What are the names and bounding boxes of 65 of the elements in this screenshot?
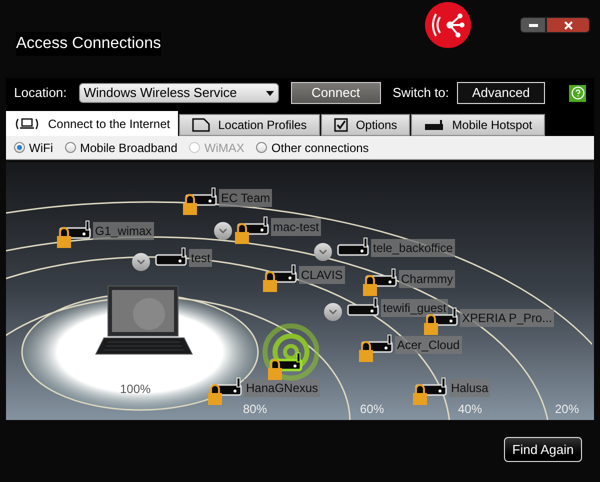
locked-router-icon[interactable] <box>262 264 298 294</box>
dropdown-caret-icon <box>266 90 274 96</box>
window-title: Access Connections <box>16 32 161 56</box>
tab-label: Location Profiles <box>218 117 307 134</box>
radio-option[interactable]: Mobile Broadband <box>65 138 178 156</box>
network-name[interactable]: tele_backoffice <box>371 239 455 257</box>
locked-router-icon[interactable] <box>234 216 270 246</box>
tab[interactable]: Location Profiles <box>179 114 320 136</box>
checkbox-icon <box>334 118 348 132</box>
signal-strength-label: 80% <box>243 401 268 418</box>
location-value: Windows Wireless Service <box>84 84 237 102</box>
network-name[interactable]: tewifi_guest <box>381 299 448 317</box>
tab[interactable]: Mobile Hotspot <box>411 114 546 136</box>
network-name[interactable]: Halusa <box>449 379 490 397</box>
expand-button[interactable] <box>324 303 342 321</box>
tab[interactable]: Options <box>320 114 410 136</box>
network-name[interactable]: XPERIA P_Pro... <box>460 309 554 327</box>
expand-button[interactable] <box>314 243 332 261</box>
switch-to-label: Switch to: <box>392 84 449 102</box>
radio-icon <box>256 142 268 153</box>
network-name[interactable]: CLAVIS <box>299 266 345 284</box>
tab-label: Mobile Hotspot <box>452 117 532 134</box>
network-name[interactable]: EC Team <box>219 189 272 207</box>
minimize-button[interactable] <box>520 17 546 33</box>
find-again-button[interactable]: Find Again <box>504 437 582 462</box>
locked-router-icon[interactable] <box>182 187 218 217</box>
tab-label: Connect to the Internet <box>48 116 170 132</box>
signal-strength-label: 40% <box>458 401 482 418</box>
network-name[interactable]: Acer_Cloud <box>395 336 462 354</box>
locked-router-icon[interactable] <box>207 377 243 407</box>
signal-strength-label: 100% <box>120 381 151 398</box>
network-name[interactable]: test <box>189 249 212 267</box>
minimize-icon <box>528 24 538 26</box>
locked-router-icon[interactable] <box>56 220 92 250</box>
radio-icon <box>189 142 200 153</box>
tab-label: Options <box>356 117 398 134</box>
network-name[interactable]: mac-test <box>271 218 322 236</box>
close-icon <box>564 20 572 30</box>
locked-router-icon[interactable] <box>267 352 303 382</box>
help-button[interactable] <box>569 84 586 102</box>
network-name[interactable]: HanaGNexus <box>244 379 320 397</box>
radio-icon <box>14 142 25 153</box>
share-logo-icon <box>424 1 472 49</box>
close-button[interactable] <box>546 17 590 33</box>
signal-strength-label: 20% <box>555 401 580 418</box>
radio-icon <box>65 142 76 153</box>
radio-option[interactable]: WiFi <box>14 138 53 156</box>
tab[interactable]: Connect to the Internet <box>6 111 178 136</box>
location-label: Location: <box>14 84 67 102</box>
advanced-button[interactable]: Advanced <box>457 82 545 104</box>
document-icon <box>192 118 210 132</box>
hotspot-device-icon <box>424 119 444 131</box>
location-dropdown[interactable]: Windows Wireless Service <box>78 83 279 103</box>
radio-option[interactable]: Other connections <box>256 138 369 156</box>
help-icon <box>570 86 584 100</box>
locked-router-icon[interactable] <box>412 377 448 407</box>
connect-button[interactable]: Connect <box>290 82 381 104</box>
network-name[interactable]: G1_wimax <box>93 222 154 240</box>
locked-router-icon[interactable] <box>362 268 398 298</box>
expand-button[interactable] <box>214 222 232 240</box>
wireless-laptop-icon <box>14 116 40 130</box>
locked-router-icon[interactable] <box>358 334 394 364</box>
expand-button[interactable] <box>132 253 150 271</box>
network-name[interactable]: Charmmy <box>399 270 456 288</box>
signal-strength-label: 60% <box>360 401 384 418</box>
